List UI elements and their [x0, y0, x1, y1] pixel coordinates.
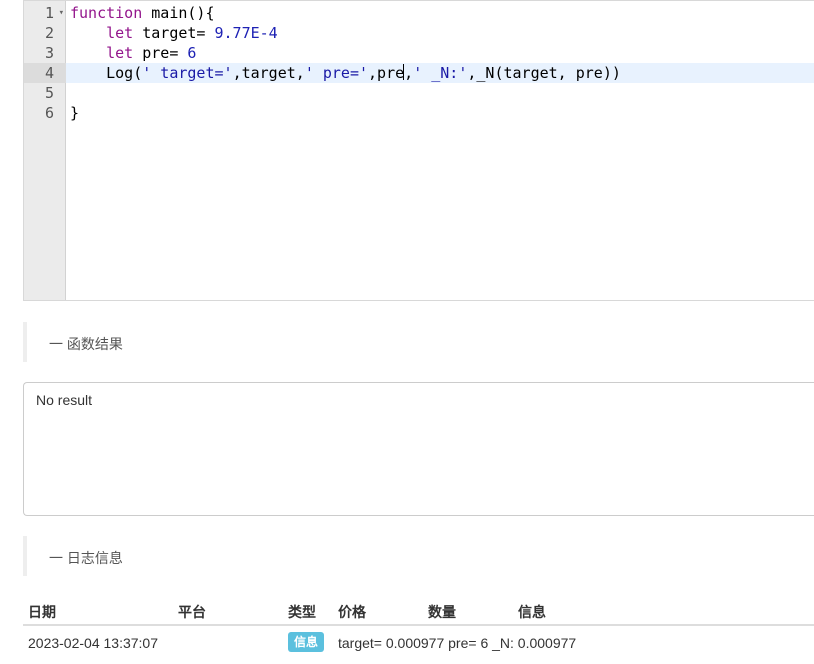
result-section-header: 一 函数结果	[23, 322, 814, 362]
column-header-amount: 数量	[428, 604, 456, 620]
code-text: ,	[404, 64, 414, 82]
code-text: main(){	[142, 4, 215, 22]
code-text: }	[70, 104, 80, 122]
result-text: No result	[36, 392, 93, 408]
number-token: 6	[187, 44, 197, 62]
code-line-1[interactable]: function main(){	[66, 3, 814, 23]
line-number: 2	[44, 24, 54, 42]
code-line-2[interactable]: let target= 9.77E-4	[66, 23, 814, 43]
code-line-3[interactable]: let pre= 6	[66, 43, 814, 63]
column-header-date: 日期	[28, 604, 56, 620]
result-section-title: 一 函数结果	[49, 336, 123, 352]
code-line-4-active[interactable]: Log(' target=',target,' pre=',pre,' _N:'…	[66, 63, 814, 83]
keyword-token: function	[70, 4, 143, 22]
log-info: target= 0.000977 pre= 6 _N: 0.000977	[338, 635, 577, 651]
column-header-type: 类型	[288, 604, 316, 620]
line-number: 5	[44, 84, 54, 102]
column-header-platform: 平台	[178, 604, 206, 620]
string-token: ' pre='	[304, 64, 369, 82]
code-editor[interactable]: 1 ▾ 2 3 4 5 6 function main(){ let targe…	[23, 0, 814, 301]
code-text: pre=	[133, 44, 188, 62]
code-line-6[interactable]: }	[66, 103, 814, 123]
log-table-header: 日期 平台 类型 价格 数量 信息	[23, 598, 814, 626]
code-line-5[interactable]	[66, 83, 814, 103]
code-text: ,_N(target, pre))	[467, 64, 621, 82]
log-date: 2023-02-04 13:37:07	[28, 635, 158, 651]
string-token: ' target='	[142, 64, 233, 82]
keyword-token: let	[106, 24, 134, 42]
code-text: ,target,	[232, 64, 305, 82]
line-number-active: 4	[24, 63, 66, 83]
code-text: Log(	[70, 64, 143, 82]
column-header-info: 信息	[518, 604, 546, 620]
log-section-title: 一 日志信息	[49, 550, 123, 566]
log-type-badge: 信息	[288, 632, 325, 652]
result-output-box: No result	[23, 382, 814, 516]
fold-arrow-icon[interactable]: ▾	[59, 3, 64, 23]
number-token: 9.77E-4	[214, 24, 278, 42]
line-number: 3	[44, 44, 54, 62]
keyword-token: let	[106, 44, 134, 62]
code-text: ,pre	[368, 64, 405, 82]
log-section-header: 一 日志信息	[23, 536, 814, 576]
code-text: target=	[133, 24, 215, 42]
line-number-gutter: 1 ▾ 2 3 4 5 6	[24, 1, 66, 300]
column-header-price: 价格	[338, 604, 366, 620]
table-row: 2023-02-04 13:37:07 信息 target= 0.000977 …	[23, 626, 814, 662]
string-token: ' _N:'	[413, 64, 468, 82]
line-number: 1 ▾	[44, 3, 64, 23]
line-number: 6	[44, 104, 54, 122]
